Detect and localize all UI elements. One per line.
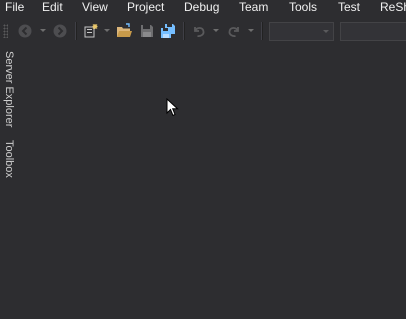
redo-icon[interactable] <box>226 23 242 39</box>
menu-project[interactable]: Project <box>127 0 164 16</box>
save-icon[interactable] <box>139 23 155 39</box>
chevron-down-icon <box>323 30 329 33</box>
menu-team[interactable]: Team <box>239 0 268 16</box>
solution-platform-combo[interactable] <box>340 22 406 41</box>
solution-configuration-combo[interactable] <box>269 22 334 41</box>
redo-dropdown-arrow[interactable] <box>248 29 254 32</box>
tab-server-explorer[interactable]: Server Explorer <box>2 51 16 127</box>
back-icon[interactable] <box>17 23 33 39</box>
toolbar-separator <box>75 22 77 40</box>
menu-debug[interactable]: Debug <box>184 0 219 16</box>
new-project-icon[interactable] <box>83 23 99 39</box>
standard-toolbar <box>0 17 406 45</box>
menu-bar: File Edit View Project Debug Team Tools … <box>0 0 406 16</box>
menu-edit[interactable]: Edit <box>42 0 63 16</box>
back-dropdown-arrow[interactable] <box>40 29 46 32</box>
toolbar-grip[interactable] <box>3 24 8 38</box>
open-file-icon[interactable] <box>116 23 132 39</box>
tab-toolbox[interactable]: Toolbox <box>2 140 16 178</box>
menu-test[interactable]: Test <box>338 0 360 16</box>
forward-icon[interactable] <box>52 23 68 39</box>
editor-area <box>18 46 406 319</box>
undo-icon[interactable] <box>191 23 207 39</box>
new-project-dropdown-arrow[interactable] <box>104 29 110 32</box>
left-tool-window-strip: Server Explorer Toolbox <box>0 46 18 319</box>
toolbar-separator <box>183 22 185 40</box>
menu-file[interactable]: File <box>5 0 24 16</box>
menu-view[interactable]: View <box>82 0 108 16</box>
mouse-pointer-icon <box>166 97 180 118</box>
save-all-icon[interactable] <box>160 23 176 39</box>
undo-dropdown-arrow[interactable] <box>213 29 219 32</box>
menu-resharper[interactable]: ReSh <box>380 0 406 16</box>
toolbar-separator <box>261 22 263 40</box>
menu-tools[interactable]: Tools <box>289 0 317 16</box>
